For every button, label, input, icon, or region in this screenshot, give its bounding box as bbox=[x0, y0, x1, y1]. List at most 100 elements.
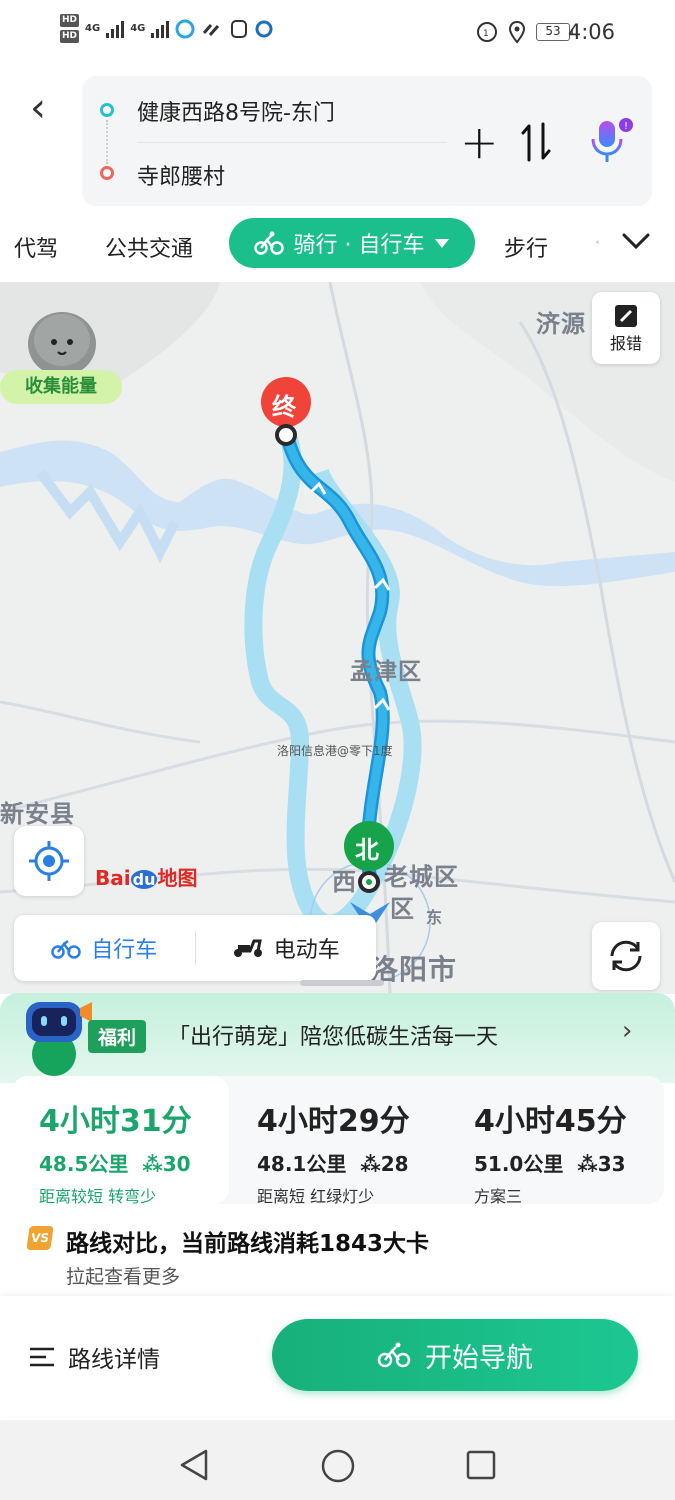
start-location-input[interactable]: 健康西路8号院-东门 bbox=[137, 95, 335, 127]
system-navigation-bar bbox=[0, 1420, 675, 1500]
edit-icon bbox=[615, 305, 637, 327]
crosshair-icon bbox=[29, 841, 69, 881]
plan-tag: 距离较短 转弯少 bbox=[39, 1187, 157, 1206]
plan-lights: 33 bbox=[597, 1152, 626, 1176]
status-bar: HD HD 4G 4G 1 53 4:06 bbox=[0, 0, 675, 66]
compare-title: 路线对比，当前路线消耗1843大卡 bbox=[66, 1231, 430, 1257]
list-icon bbox=[30, 1347, 54, 1367]
clock: 4:06 bbox=[567, 20, 615, 44]
end-marker-label: 终 bbox=[272, 393, 296, 421]
watermark: 洛阳信息港@零下1度 bbox=[277, 744, 393, 758]
plan-time: 4小时31分 bbox=[39, 1104, 192, 1139]
travel-mode-tabs: 代驾 公共交通 骑行 · 自行车 步行 · bbox=[0, 213, 675, 277]
app-notification-icon bbox=[175, 19, 195, 38]
hd2-badge: HD bbox=[60, 30, 80, 43]
caret-down-icon bbox=[435, 239, 450, 248]
map-label-qu: 区 bbox=[390, 895, 415, 923]
start-marker-label: 北 bbox=[355, 836, 379, 864]
start-navigation-label: 开始导航 bbox=[425, 1342, 533, 1374]
route-plans: 4小时31分 48.5公里 ⁂30 距离较短 转弯少 4小时29分 48.1公里… bbox=[12, 1076, 664, 1206]
promo-text: 「出行萌宠」陪您低碳生活每一天 bbox=[168, 1025, 499, 1050]
end-dot-icon bbox=[100, 166, 114, 180]
drag-handle[interactable] bbox=[300, 980, 384, 986]
plan-time: 4小时45分 bbox=[474, 1104, 627, 1139]
refresh-route-button[interactable] bbox=[592, 922, 660, 990]
tab-designated-driver[interactable]: 代驾 bbox=[14, 231, 58, 263]
report-error-button[interactable]: 报错 bbox=[592, 292, 660, 364]
map-label-mengjin: 孟津区 bbox=[350, 659, 422, 685]
vehicle-bicycle-option[interactable]: 自行车 bbox=[14, 915, 195, 981]
tab-cycling[interactable]: 骑行 · 自行车 bbox=[229, 218, 475, 268]
plan-distance: 48.1公里 bbox=[257, 1152, 347, 1176]
baidu-logo: Bai du 地图 bbox=[95, 862, 197, 891]
plan-info: 51.0公里 ⁂33 bbox=[474, 1148, 664, 1177]
svg-text:!: ! bbox=[624, 121, 628, 132]
refresh-icon bbox=[610, 940, 642, 972]
back-button[interactable]: ‹ bbox=[30, 88, 66, 132]
scooter-icon bbox=[233, 939, 262, 957]
hand-icon bbox=[231, 19, 248, 38]
battery-icon: 53 bbox=[536, 23, 573, 41]
plan-info: 48.5公里 ⁂30 bbox=[39, 1148, 229, 1177]
chevron-down-icon[interactable] bbox=[620, 229, 652, 253]
home-circle-icon[interactable] bbox=[320, 1448, 356, 1484]
plan-lights: 30 bbox=[162, 1152, 191, 1176]
plan-lights: 28 bbox=[380, 1152, 409, 1176]
recents-square-icon[interactable] bbox=[465, 1449, 497, 1481]
vehicle-ebike-option[interactable]: 电动车 bbox=[196, 915, 377, 981]
baidu-logo-du: du bbox=[130, 870, 158, 889]
chevron-right-icon[interactable]: › bbox=[622, 1016, 632, 1046]
plan-distance: 51.0公里 bbox=[474, 1152, 564, 1176]
report-error-label: 报错 bbox=[609, 334, 642, 353]
back-triangle-icon[interactable] bbox=[178, 1448, 210, 1482]
mascot-rock-icon[interactable] bbox=[22, 304, 102, 378]
voice-input-button[interactable]: ! bbox=[586, 117, 636, 167]
bicycle-icon bbox=[377, 1342, 411, 1368]
data-saver-icon: 1 bbox=[477, 22, 497, 42]
add-waypoint-button[interactable]: + bbox=[460, 119, 499, 165]
hd1-badge: HD bbox=[60, 14, 80, 27]
hd-indicator: HD HD bbox=[60, 14, 80, 43]
plan-time: 4小时29分 bbox=[257, 1104, 410, 1139]
connector-line bbox=[106, 120, 108, 164]
swirl-icon bbox=[255, 20, 273, 37]
bicycle-icon bbox=[253, 231, 284, 255]
route-plan-card[interactable]: 4小时45分 51.0公里 ⁂33 方案三 bbox=[447, 1076, 664, 1206]
location-icon bbox=[508, 20, 526, 44]
plan-tag: 方案三 bbox=[474, 1187, 523, 1206]
collect-energy-button[interactable]: 收集能量 bbox=[0, 370, 122, 404]
traffic-light-icon: ⁂ bbox=[360, 1152, 381, 1176]
swap-direction-button[interactable] bbox=[518, 118, 554, 166]
bicycle-icon bbox=[51, 940, 81, 959]
map-label-xinan: 新安县 bbox=[0, 800, 75, 828]
locate-me-button[interactable] bbox=[14, 826, 84, 896]
divider bbox=[137, 142, 447, 143]
robot-mascot-icon bbox=[26, 1002, 92, 1076]
route-plan-card[interactable]: 4小时29分 48.1公里 ⁂28 距离短 红绿灯少 bbox=[230, 1076, 447, 1206]
signal-icon bbox=[106, 20, 125, 38]
plan-info: 48.1公里 ⁂28 bbox=[257, 1148, 447, 1177]
baidu-logo-bai: Bai bbox=[95, 866, 131, 890]
vs-badge-icon: VS bbox=[26, 1226, 54, 1250]
tab-walking[interactable]: 步行 bbox=[504, 231, 548, 263]
network-type-2: 4G bbox=[130, 23, 146, 34]
baidu-logo-suffix: 地图 bbox=[157, 866, 198, 890]
link-icon bbox=[203, 23, 220, 36]
end-location-input[interactable]: 寺郎腰村 bbox=[137, 159, 225, 191]
signal-icon-2 bbox=[151, 20, 170, 38]
route-input-card: 健康西路8号院-东门 寺郎腰村 bbox=[82, 76, 652, 206]
vehicle-type-toggle: 自行车 电动车 bbox=[14, 915, 376, 981]
plan-tag: 距离短 红绿灯少 bbox=[257, 1187, 375, 1206]
vehicle-ebike-label: 电动车 bbox=[273, 938, 340, 963]
start-dot-icon bbox=[100, 103, 114, 117]
svg-text:1: 1 bbox=[483, 29, 489, 39]
route-plan-card[interactable]: 4小时31分 48.5公里 ⁂30 距离较短 转弯少 bbox=[12, 1076, 229, 1206]
start-navigation-button[interactable]: 开始导航 bbox=[272, 1319, 638, 1391]
tab-cycling-label: 骑行 · 自行车 bbox=[293, 233, 425, 258]
map-label-jiyuan: 济源 bbox=[536, 310, 586, 338]
route-details-button[interactable]: 路线详情 bbox=[28, 1340, 160, 1374]
tab-public-transit[interactable]: 公共交通 bbox=[105, 231, 193, 263]
map-label-dong: 东 bbox=[426, 908, 444, 927]
tab-overflow-hint: · bbox=[594, 231, 601, 256]
vehicle-bicycle-label: 自行车 bbox=[91, 938, 158, 963]
